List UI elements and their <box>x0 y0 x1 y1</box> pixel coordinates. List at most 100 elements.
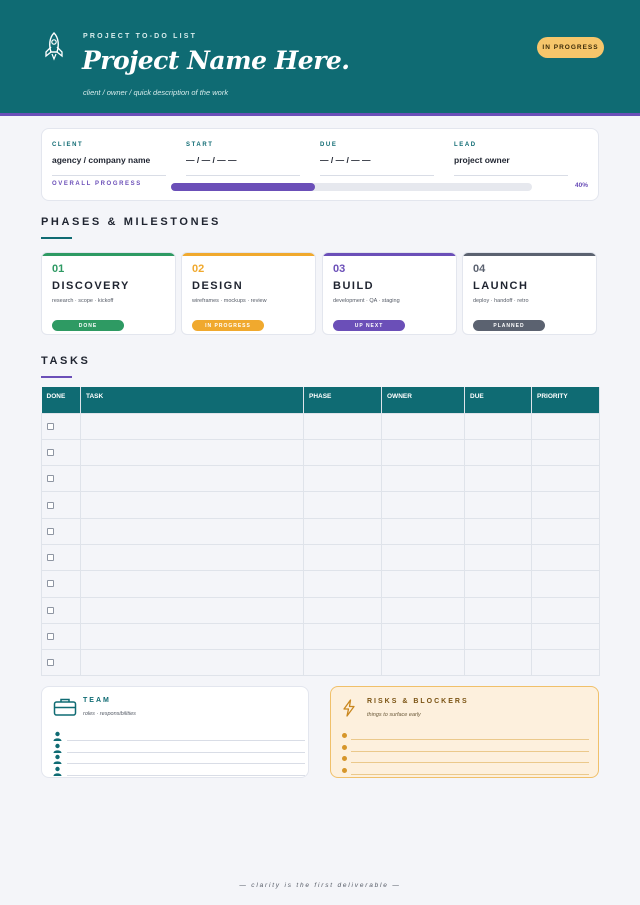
task-checkbox[interactable] <box>47 606 54 614</box>
task-cell-priority[interactable] <box>531 491 600 519</box>
done-cell[interactable] <box>41 543 81 572</box>
phase-name: BUILD <box>333 280 375 292</box>
task-cell-task[interactable] <box>80 412 304 440</box>
task-cell-task[interactable] <box>80 438 304 467</box>
team-member-row[interactable] <box>53 731 305 741</box>
task-cell-due[interactable] <box>464 438 532 467</box>
person-icon <box>53 766 62 776</box>
start-value[interactable]: — / — / — — <box>186 155 300 176</box>
team-member-row[interactable] <box>53 754 305 764</box>
task-checkbox[interactable] <box>47 527 54 535</box>
done-cell[interactable] <box>41 412 81 440</box>
phase-accent-bar <box>463 253 596 256</box>
tasks-heading-rule <box>41 376 72 378</box>
task-cell-task[interactable] <box>80 570 304 598</box>
task-checkbox[interactable] <box>47 659 54 667</box>
task-cell-priority[interactable] <box>531 570 600 598</box>
task-cell-owner[interactable] <box>381 543 465 572</box>
client-field[interactable]: CLIENT agency / company name <box>52 142 166 176</box>
lead-field[interactable]: LEAD project owner <box>454 142 568 176</box>
task-cell-task[interactable] <box>80 543 304 572</box>
task-cell-phase[interactable] <box>303 491 382 519</box>
task-cell-phase[interactable] <box>303 412 382 440</box>
task-cell-task[interactable] <box>80 622 304 651</box>
task-cell-priority[interactable] <box>531 543 600 572</box>
task-cell-due[interactable] <box>464 596 532 624</box>
lead-label: LEAD <box>454 142 477 148</box>
task-cell-phase[interactable] <box>303 543 382 572</box>
team-member-row[interactable] <box>53 743 305 753</box>
task-cell-owner[interactable] <box>381 412 465 440</box>
task-cell-owner[interactable] <box>381 517 465 545</box>
client-value[interactable]: agency / company name <box>52 155 166 176</box>
task-cell-task[interactable] <box>80 596 304 624</box>
task-cell-owner[interactable] <box>381 622 465 651</box>
risk-item-row[interactable] <box>342 732 589 740</box>
task-checkbox[interactable] <box>47 580 54 588</box>
task-checkbox[interactable] <box>47 448 54 456</box>
task-cell-owner[interactable] <box>381 465 465 493</box>
done-cell[interactable] <box>41 596 81 624</box>
task-cell-priority[interactable] <box>531 412 600 440</box>
due-field[interactable]: DUE — / — / — — <box>320 142 434 176</box>
task-cell-due[interactable] <box>464 622 532 651</box>
task-cell-due[interactable] <box>464 491 532 519</box>
done-cell[interactable] <box>41 438 81 467</box>
due-value[interactable]: — / — / — — <box>320 155 434 176</box>
risk-item-row[interactable] <box>342 755 589 763</box>
phase-card-design: 02 DESIGN wireframes · mockups · review … <box>181 252 316 335</box>
done-cell[interactable] <box>41 570 81 598</box>
start-field[interactable]: START — / — / — — <box>186 142 300 176</box>
task-checkbox[interactable] <box>47 633 54 641</box>
task-cell-due[interactable] <box>464 570 532 598</box>
task-cell-phase[interactable] <box>303 622 382 651</box>
task-cell-due[interactable] <box>464 543 532 572</box>
done-cell[interactable] <box>41 465 81 493</box>
task-cell-priority[interactable] <box>531 649 600 677</box>
task-cell-owner[interactable] <box>381 438 465 467</box>
task-cell-due[interactable] <box>464 649 532 677</box>
briefcase-icon <box>53 698 77 716</box>
task-cell-phase[interactable] <box>303 570 382 598</box>
task-checkbox[interactable] <box>47 554 54 562</box>
task-cell-task[interactable] <box>80 465 304 493</box>
task-cell-task[interactable] <box>80 517 304 545</box>
task-cell-task[interactable] <box>80 649 304 677</box>
task-cell-owner[interactable] <box>381 596 465 624</box>
phase-card-launch: 04 LAUNCH deploy · handoff · retro PLANN… <box>462 252 597 335</box>
lead-value[interactable]: project owner <box>454 155 568 176</box>
team-member-row[interactable] <box>53 766 305 776</box>
table-row <box>41 649 600 677</box>
task-cell-due[interactable] <box>464 412 532 440</box>
task-checkbox[interactable] <box>47 422 54 430</box>
task-cell-owner[interactable] <box>381 649 465 677</box>
task-cell-task[interactable] <box>80 491 304 519</box>
done-cell[interactable] <box>41 622 81 651</box>
risk-item-row[interactable] <box>342 744 589 752</box>
task-cell-priority[interactable] <box>531 622 600 651</box>
done-cell[interactable] <box>41 649 81 677</box>
task-cell-phase[interactable] <box>303 438 382 467</box>
done-cell[interactable] <box>41 517 81 545</box>
task-cell-priority[interactable] <box>531 596 600 624</box>
task-cell-priority[interactable] <box>531 465 600 493</box>
task-cell-due[interactable] <box>464 517 532 545</box>
phases-heading: PHASES & MILESTONES <box>41 216 221 228</box>
done-cell[interactable] <box>41 491 81 519</box>
progress-bar <box>171 183 532 191</box>
task-cell-owner[interactable] <box>381 570 465 598</box>
task-checkbox[interactable] <box>47 501 54 509</box>
task-cell-phase[interactable] <box>303 465 382 493</box>
task-cell-phase[interactable] <box>303 649 382 677</box>
risks-title: RISKS & BLOCKERS <box>367 698 469 705</box>
task-cell-due[interactable] <box>464 465 532 493</box>
task-checkbox[interactable] <box>47 475 54 483</box>
column-header-owner: OWNER <box>381 387 465 413</box>
task-cell-priority[interactable] <box>531 517 600 545</box>
task-cell-owner[interactable] <box>381 491 465 519</box>
task-cell-phase[interactable] <box>303 596 382 624</box>
project-info-card: CLIENT agency / company name START — / —… <box>41 128 599 201</box>
task-cell-phase[interactable] <box>303 517 382 545</box>
task-cell-priority[interactable] <box>531 438 600 467</box>
risk-item-row[interactable] <box>342 767 589 775</box>
